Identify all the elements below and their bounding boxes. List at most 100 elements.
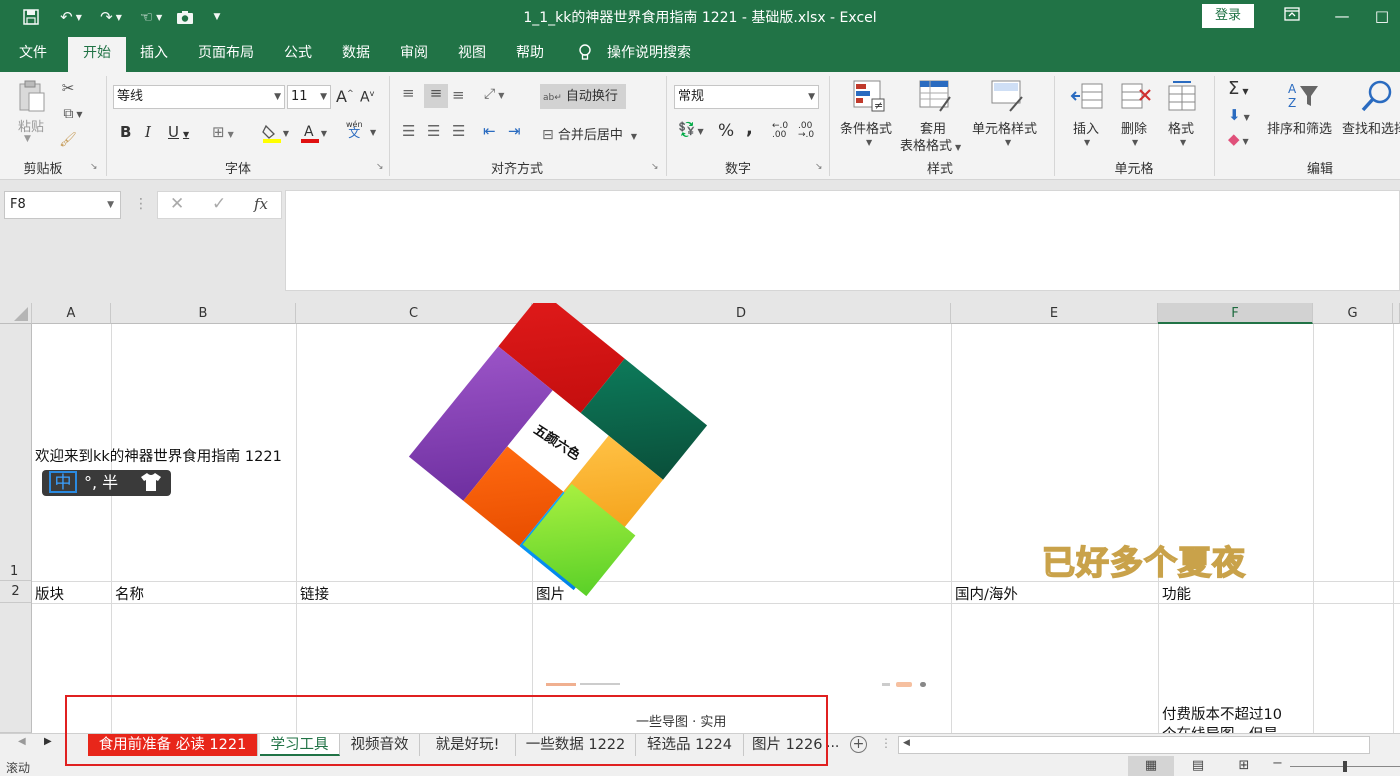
conditional-formatting-icon[interactable]: ≠ <box>850 78 888 114</box>
find-select-icon[interactable] <box>1358 78 1396 114</box>
tab-insert[interactable]: 插入 <box>130 34 178 72</box>
comma-style-button[interactable]: , <box>746 118 753 139</box>
font-size-combo[interactable]: 11 ▼ <box>287 85 331 109</box>
decrease-decimal-icon[interactable]: .00 →.0 <box>798 122 814 140</box>
fill-icon[interactable]: ⬇ ▼ <box>1228 106 1250 124</box>
screenshot-thumbnail[interactable] <box>546 682 936 687</box>
scroll-left-icon[interactable]: ◀ <box>903 738 910 748</box>
tell-me-search[interactable]: 操作说明搜索 <box>604 34 694 72</box>
row-header-1[interactable]: 1 <box>0 324 32 581</box>
format-dropdown-icon[interactable]: ▼ <box>1180 138 1186 147</box>
decrease-indent-icon[interactable]: ⇤ <box>483 122 496 140</box>
column-header-g[interactable]: G <box>1313 303 1393 324</box>
enter-icon[interactable]: ✓ <box>212 194 226 214</box>
header-link[interactable]: 链接 <box>300 583 329 604</box>
tab-review[interactable]: 审阅 <box>390 34 438 72</box>
insert-function-button[interactable]: fx <box>254 195 268 213</box>
paste-button[interactable]: 粘贴 <box>18 116 44 135</box>
formula-bar-grip[interactable]: ⋮ <box>134 196 148 212</box>
column-header-b[interactable]: B <box>111 303 296 324</box>
horizontal-scrollbar[interactable]: ◀ <box>898 736 1370 754</box>
tab-help[interactable]: 帮助 <box>506 34 554 72</box>
tab-page-layout[interactable]: 页面布局 <box>188 34 264 72</box>
logo-image[interactable]: 五颜六色 <box>408 303 708 597</box>
italic-button[interactable]: I <box>145 123 151 141</box>
worksheet-grid[interactable]: A B C D E F G 1 2 欢迎来到kk的神器世界食用指南 1221 中… <box>0 303 1400 733</box>
minimize-icon[interactable]: — <box>1322 4 1362 28</box>
sort-filter-button[interactable]: 排序和筛选 <box>1267 118 1332 137</box>
format-cells-icon[interactable] <box>1163 78 1201 114</box>
number-launcher-icon[interactable]: ↘ <box>815 162 823 172</box>
font-name-combo[interactable]: 等线 ▼ <box>113 85 285 109</box>
format-as-table-icon[interactable] <box>916 78 954 114</box>
ribbon-display-icon[interactable] <box>1272 4 1312 28</box>
format-as-table-button[interactable]: 表格格式 ▼ <box>900 135 961 154</box>
wrap-text-button[interactable]: ab↵ 自动换行 <box>540 84 626 109</box>
more-sheets-button[interactable]: ... <box>826 735 839 751</box>
ime-settings-label[interactable]: °, 半 <box>84 470 118 496</box>
column-header-c[interactable]: C <box>296 303 532 324</box>
row-header-2[interactable]: 2 <box>0 581 32 603</box>
delete-dropdown-icon[interactable]: ▼ <box>1132 138 1138 147</box>
format-painter-icon[interactable]: 🖌 <box>58 130 78 150</box>
accounting-format-icon[interactable]: 💱 ▼ <box>678 122 704 138</box>
login-button[interactable]: 登录 <box>1202 4 1254 28</box>
cell-styles-dropdown-icon[interactable]: ▼ <box>1005 138 1011 147</box>
column-header-d[interactable]: D <box>532 303 951 324</box>
paste-icon[interactable] <box>14 78 50 114</box>
tab-data[interactable]: 数据 <box>332 34 380 72</box>
header-section[interactable]: 版块 <box>35 583 64 604</box>
maximize-icon[interactable]: □ <box>1362 4 1400 28</box>
shrink-font-button[interactable]: Av <box>360 89 374 106</box>
borders-icon[interactable]: ⊞ ▼ <box>212 123 234 141</box>
column-header-e[interactable]: E <box>951 303 1158 324</box>
zoom-out-icon[interactable]: − <box>1272 756 1283 771</box>
delete-cells-button[interactable]: 删除 <box>1121 118 1147 137</box>
cell-styles-button[interactable]: 单元格样式 <box>972 118 1037 137</box>
column-header-a[interactable]: A <box>32 303 111 324</box>
tab-view[interactable]: 视图 <box>448 34 496 72</box>
cancel-icon[interactable]: ✕ <box>170 194 184 214</box>
align-right-icon[interactable]: ☰ <box>452 122 465 140</box>
shirt-icon[interactable] <box>140 472 162 500</box>
increase-decimal-icon[interactable]: ←.0.00 <box>772 122 788 140</box>
phonetic-guide-icon[interactable]: wén 文 <box>346 120 363 139</box>
insert-dropdown-icon[interactable]: ▼ <box>1084 138 1090 147</box>
conditional-dropdown-icon[interactable]: ▼ <box>866 138 872 147</box>
align-left-icon[interactable]: ☰ <box>402 122 415 140</box>
scroll-tabs-right-icon[interactable]: ▶ <box>44 736 52 747</box>
phonetic-dropdown-icon[interactable]: ▼ <box>370 128 376 137</box>
cell-a1-welcome[interactable]: 欢迎来到kk的神器世界食用指南 1221 <box>35 445 282 466</box>
tab-file[interactable]: 文件 <box>8 34 58 72</box>
clipboard-launcher-icon[interactable]: ↘ <box>90 162 98 172</box>
cut-icon[interactable]: ✂ <box>58 78 78 98</box>
orientation-icon[interactable]: ⤢ ▼ <box>484 86 504 102</box>
cell-f3-line2[interactable]: 个在线导图，但是 <box>1162 723 1278 733</box>
bold-button[interactable]: B <box>120 123 131 141</box>
format-cells-button[interactable]: 格式 <box>1168 118 1194 137</box>
align-top-icon[interactable]: ≡ <box>402 84 415 102</box>
select-all-corner[interactable] <box>0 303 32 324</box>
scroll-tabs-left-icon[interactable]: ◀ <box>18 736 26 747</box>
cell-f3-line1[interactable]: 付费版本不超过10 <box>1162 703 1282 724</box>
zoom-slider-thumb[interactable] <box>1343 761 1347 772</box>
percent-style-button[interactable]: % <box>718 121 734 141</box>
increase-indent-icon[interactable]: ⇥ <box>508 122 521 140</box>
font-color-icon[interactable]: A ▼ <box>296 122 330 144</box>
page-layout-view-icon[interactable]: ▤ <box>1186 756 1210 776</box>
row-header-3[interactable] <box>0 603 32 733</box>
header-region[interactable]: 国内/海外 <box>955 583 1018 604</box>
normal-view-icon[interactable]: ▦ <box>1128 756 1174 776</box>
grow-font-button[interactable]: A^ <box>336 87 354 106</box>
sort-filter-icon[interactable]: AZ <box>1284 78 1322 114</box>
add-sheet-icon[interactable]: + <box>850 736 867 753</box>
formula-input[interactable] <box>285 190 1400 291</box>
cell-styles-icon[interactable] <box>988 78 1026 114</box>
copy-icon[interactable]: ⧉ ▼ <box>58 104 88 124</box>
name-box[interactable]: F8 ▼ <box>4 191 121 219</box>
scrollbar-thumb[interactable] <box>917 739 1367 751</box>
align-middle-icon[interactable]: ≡ <box>424 84 448 108</box>
column-header-h[interactable] <box>1393 303 1400 324</box>
page-break-view-icon[interactable]: ⊞ <box>1232 756 1256 776</box>
merge-center-button[interactable]: ⊟ 合并后居中 ▼ <box>542 124 637 143</box>
